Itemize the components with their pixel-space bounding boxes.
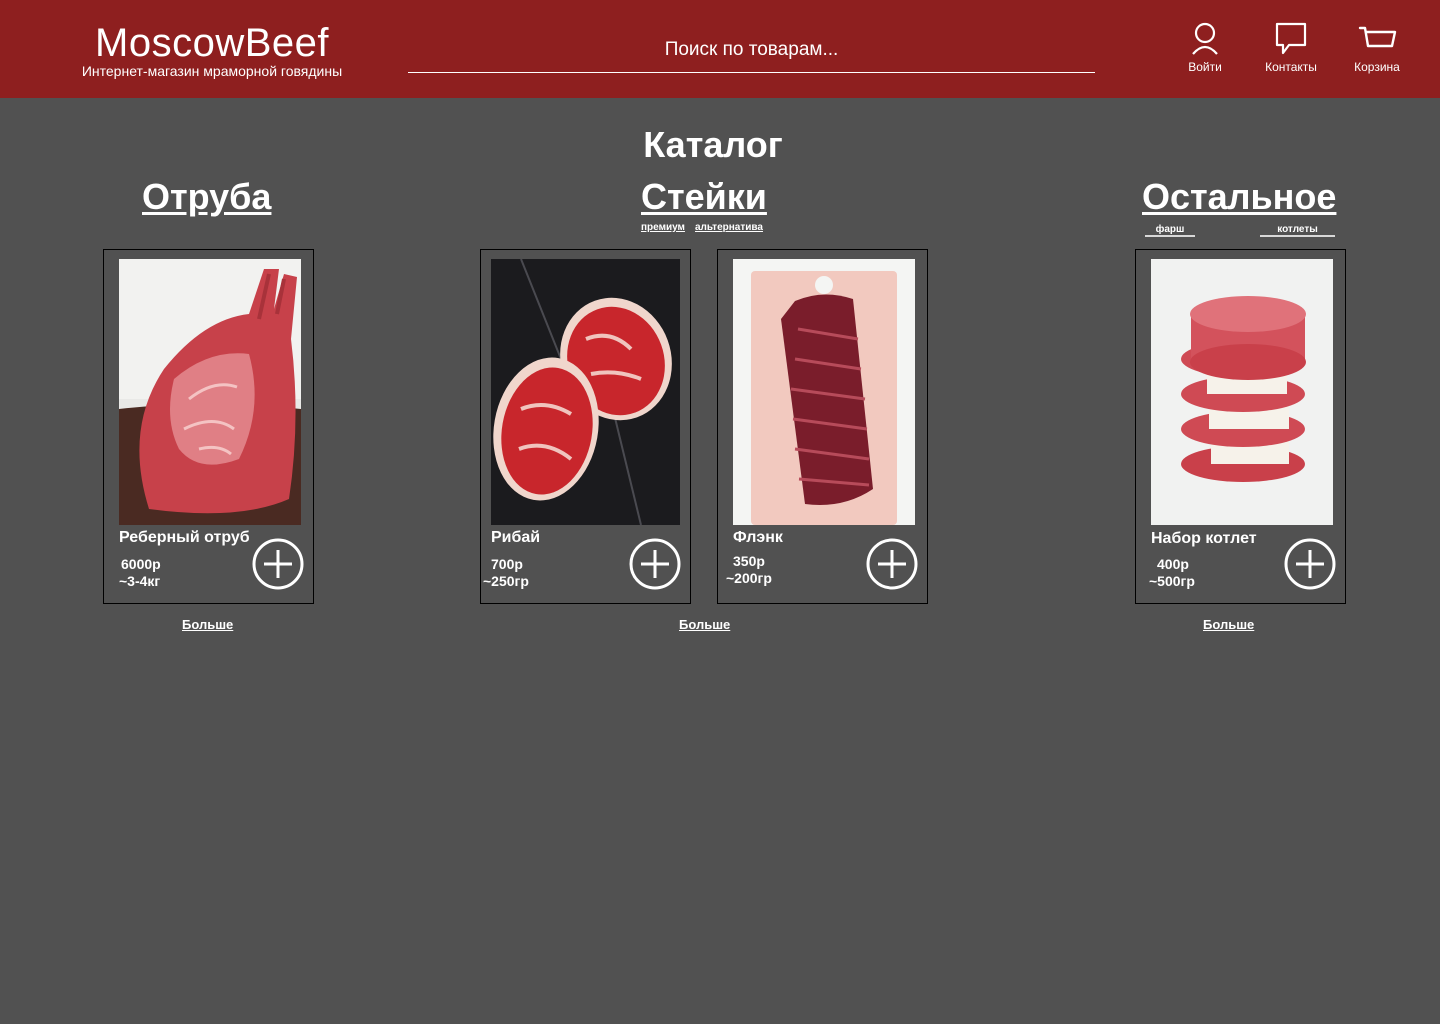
product-price: 700р [491,556,523,572]
product-card-patties[interactable]: Набор котлет 400р ~500гр [1135,249,1346,604]
category-other-link[interactable]: Остальное [1142,176,1336,218]
product-price: 400р [1157,556,1189,572]
contacts-label: Контакты [1265,60,1317,74]
product-card-rib-cut[interactable]: Реберный отруб 6000р ~3-4кг [103,249,314,604]
category-cuts-link[interactable]: Отруба [142,176,271,218]
header: MoscowBeef Интернет-магазин мраморной го… [0,0,1440,98]
login-button[interactable]: Войти [1165,20,1245,74]
tag-premium[interactable]: премиум [641,222,685,233]
login-label: Войти [1188,60,1222,74]
product-image-rib-cut[interactable] [119,259,301,525]
contacts-button[interactable]: Контакты [1251,20,1331,74]
product-weight: ~500гр [1149,573,1195,589]
product-image-patties[interactable] [1151,259,1333,525]
logo-subtitle: Интернет-магазин мраморной говядины [81,63,343,79]
add-to-cart-button[interactable] [629,538,681,590]
catalog-title: Каталог [643,124,783,165]
product-weight: ~250гр [483,573,529,589]
product-weight: ~200гр [726,570,772,586]
tag-mince[interactable]: фарш [1145,224,1195,237]
more-other-link[interactable]: Больше [1203,617,1254,632]
logo-title[interactable]: MoscowBeef [57,20,367,66]
cart-icon [1358,26,1397,48]
more-steaks-link[interactable]: Больше [679,617,730,632]
user-icon [1192,22,1218,55]
product-name: Набор котлет [1151,530,1257,547]
product-price: 6000р [121,556,161,572]
product-name: Флэнк [733,529,783,546]
product-card-ribeye[interactable]: Рибай 700р ~250гр [480,249,691,604]
cart-button[interactable]: Корзина [1337,20,1417,74]
add-to-cart-button[interactable] [1284,538,1336,590]
search-bar [408,34,1095,73]
search-input[interactable] [408,34,1095,66]
product-image-ribeye[interactable] [491,259,680,525]
add-to-cart-button[interactable] [252,538,304,590]
logo[interactable]: MoscowBeef Интернет-магазин мраморной го… [57,20,367,78]
product-price: 350р [733,553,765,569]
chat-icon [1275,22,1307,55]
product-weight: ~3-4кг [119,573,161,589]
product-name: Реберный отруб [119,529,250,546]
product-image-flank[interactable] [733,259,915,525]
tag-patties[interactable]: котлеты [1260,224,1335,237]
tag-alternative[interactable]: альтернатива [695,222,763,233]
more-cuts-link[interactable]: Больше [182,617,233,632]
add-to-cart-button[interactable] [866,538,918,590]
product-card-flank[interactable]: Флэнк 350р ~200гр [717,249,928,604]
category-steaks-link[interactable]: Стейки [641,176,767,218]
cart-label: Корзина [1354,60,1400,74]
product-name: Рибай [491,529,541,546]
